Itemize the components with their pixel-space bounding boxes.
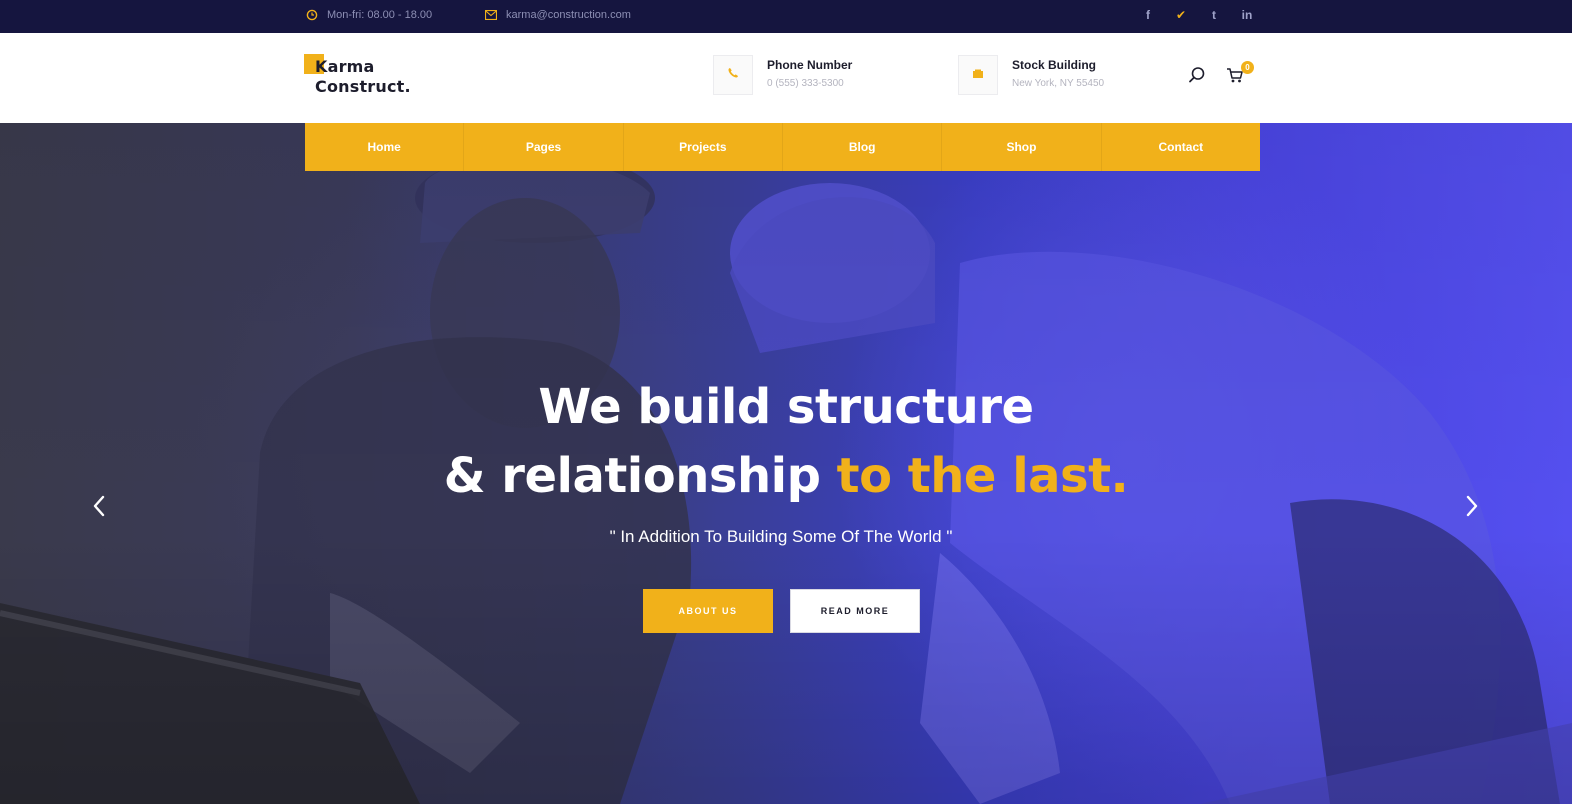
facebook-icon[interactable]: f <box>1140 8 1156 22</box>
linkedin-icon[interactable]: in <box>1239 8 1255 22</box>
hero-headline: We build structure & relationship to the… <box>0 373 1572 511</box>
phone-icon <box>727 66 739 84</box>
hero-slider: Home Pages Projects Blog Shop Contact We… <box>0 123 1572 804</box>
about-us-button[interactable]: ABOUT US <box>643 589 773 633</box>
site-logo[interactable]: Karma Construct. <box>304 50 434 100</box>
headline-line-1: We build structure <box>538 379 1034 435</box>
cart-count-badge: 0 <box>1241 60 1254 74</box>
cart-button[interactable]: 0 <box>1224 60 1254 89</box>
header-location: Stock Building New York, NY 55450 <box>958 55 1104 95</box>
nav-item-shop[interactable]: Shop <box>942 123 1102 171</box>
building-icon <box>972 66 984 84</box>
clock-icon <box>306 9 318 21</box>
twitter-icon[interactable]: ✔ <box>1173 8 1189 22</box>
header-phone: Phone Number 0 (555) 333-5300 <box>713 55 852 95</box>
nav-item-home[interactable]: Home <box>305 123 465 171</box>
read-more-button[interactable]: READ MORE <box>790 589 920 633</box>
opening-hours-text: Mon-fri: 08.00 - 18.00 <box>327 9 433 21</box>
tumblr-icon[interactable]: t <box>1206 8 1222 22</box>
search-icon[interactable] <box>1188 66 1206 89</box>
header-actions: 0 <box>1188 60 1254 89</box>
contact-email[interactable]: karma@construction.com <box>485 9 631 21</box>
phone-value[interactable]: 0 (555) 333-5300 <box>767 78 852 89</box>
nav-item-projects[interactable]: Projects <box>624 123 783 171</box>
opening-hours: Mon-fri: 08.00 - 18.00 <box>306 9 432 21</box>
site-header: Karma Construct. Phone Number 0 (555) 33… <box>0 33 1572 123</box>
email-text[interactable]: karma@construction.com <box>506 9 631 21</box>
slider-prev-arrow[interactable] <box>87 493 111 523</box>
location-value: New York, NY 55450 <box>1012 78 1105 89</box>
mail-icon <box>485 9 497 21</box>
location-title: Stock Building <box>1012 58 1096 72</box>
headline-accent-text: to the last. <box>836 448 1129 504</box>
phone-icon-box <box>713 55 753 95</box>
hero-subtitle: " In Addition To Building Some Of The Wo… <box>609 527 953 546</box>
nav-item-pages[interactable]: Pages <box>464 123 624 171</box>
phone-title: Phone Number <box>767 58 853 72</box>
chevron-left-icon <box>92 495 106 522</box>
logo-line-2: Construct. <box>315 77 411 96</box>
chevron-right-icon <box>1465 495 1479 522</box>
top-bar: Mon-fri: 08.00 - 18.00 karma@constructio… <box>0 0 1572 33</box>
headline-line-2: & relationship to the last. <box>0 442 1572 511</box>
main-navigation: Home Pages Projects Blog Shop Contact <box>305 123 1260 171</box>
nav-item-blog[interactable]: Blog <box>783 123 943 171</box>
headline-line-2-text: & relationship <box>443 448 837 504</box>
slider-next-arrow[interactable] <box>1460 493 1484 523</box>
logo-line-1: Karma <box>315 57 375 76</box>
nav-item-contact[interactable]: Contact <box>1102 123 1260 171</box>
social-links: f ✔ t in <box>1140 8 1255 22</box>
location-icon-box <box>958 55 998 95</box>
